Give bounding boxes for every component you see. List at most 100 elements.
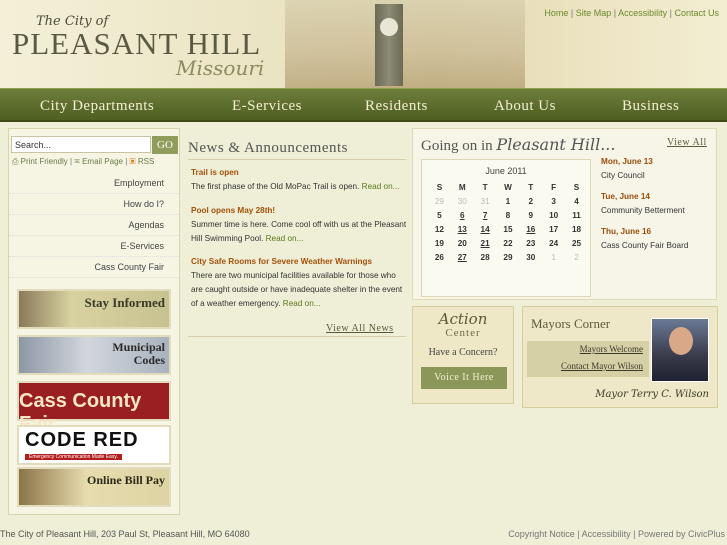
news-item-title[interactable]: City Safe Rooms for Severe Weather Warni… <box>191 257 372 266</box>
util-link-sitemap[interactable]: Site Map <box>576 8 612 18</box>
util-link-home[interactable]: Home <box>544 8 568 18</box>
footer-copyright-link[interactable]: Copyright Notice <box>508 529 575 539</box>
event-name[interactable]: City Council <box>601 171 645 180</box>
calendar-day-link[interactable]: 6 <box>451 208 474 222</box>
calendar-day: 28 <box>480 252 490 262</box>
news-item-read-on[interactable]: Read on... <box>266 234 304 243</box>
event-name[interactable]: Community Betterment <box>601 206 685 215</box>
calendar-day: 17 <box>549 224 559 234</box>
sidebar-item-e-services[interactable]: E-Services <box>9 236 179 257</box>
banner-code-red[interactable]: CODE RED Emergency Communication Made Ea… <box>17 425 171 465</box>
mayors-welcome-link[interactable]: Mayors Welcome <box>580 344 643 354</box>
view-all-news-link[interactable]: View All News <box>326 323 394 334</box>
rss-link[interactable]: RSS <box>138 157 154 166</box>
calendar-grid: S M T W T F S 29 30 31 1 2 3 4 5 6 7 8 9… <box>428 180 588 264</box>
print-friendly-link[interactable]: Print Friendly <box>21 157 68 166</box>
sidebar-links: Employment How do I? Agendas E-Services … <box>9 173 179 278</box>
calendar-day-link[interactable]: 27 <box>451 250 474 264</box>
weekday-label: T <box>528 182 534 192</box>
banner-municipal-codes[interactable]: Municipal Codes <box>17 335 171 375</box>
events-title-script: Pleasant Hill... <box>496 135 616 154</box>
mayor-face <box>669 327 693 355</box>
util-link-accessibility[interactable]: Accessibility <box>618 8 667 18</box>
sidebar-item-how-do-i[interactable]: How do I? <box>9 194 179 215</box>
nav-residents[interactable]: Residents <box>365 98 428 115</box>
action-center-subtitle: Center <box>445 327 481 339</box>
voice-it-here-button[interactable]: Voice It Here <box>421 367 507 389</box>
mayor-signature: Mayor Terry C. Wilson <box>595 389 709 400</box>
weekday-label: F <box>551 182 557 192</box>
weekday-label: M <box>458 182 466 192</box>
nav-about-us[interactable]: About Us <box>494 98 556 115</box>
weekday-label: T <box>482 182 488 192</box>
nav-city-departments[interactable]: City Departments <box>40 98 154 115</box>
news-item-read-on[interactable]: Read on... <box>283 299 321 308</box>
sidebar-item-agendas[interactable]: Agendas <box>9 215 179 236</box>
calendar-day-link[interactable]: 13 <box>451 222 474 236</box>
calendar-day: 5 <box>437 210 442 220</box>
footer-address: The City of Pleasant Hill, 203 Paul St, … <box>0 529 250 539</box>
calendar-day: 29 <box>434 196 444 206</box>
calendar-day-link[interactable]: 21 <box>474 236 497 250</box>
calendar-day-link[interactable]: 7 <box>474 208 497 222</box>
nav-business[interactable]: Business <box>622 98 679 115</box>
util-link-contact[interactable]: Contact Us <box>674 8 719 18</box>
calendar-day: 12 <box>434 224 444 234</box>
news-item-read-on[interactable]: Read on... <box>362 182 400 191</box>
footer-links: Copyright Notice | Accessibility | Power… <box>508 529 725 539</box>
utility-nav: Home | Site Map | Accessibility | Contac… <box>544 8 719 18</box>
main-nav: City Departments E-Services Residents Ab… <box>0 88 727 122</box>
sidebar-item-employment[interactable]: Employment <box>9 173 179 194</box>
calendar-month: June 2011 <box>485 166 527 176</box>
banner-municipal-codes-label: Municipal Codes <box>112 340 165 367</box>
news-item-title[interactable]: Pool opens May 28th! <box>191 206 275 215</box>
event-item: Thu, June 16 Cass County Fair Board <box>601 227 711 250</box>
calendar-day: 22 <box>503 238 513 248</box>
weekday-label: S <box>573 182 580 192</box>
action-center[interactable]: Action Center Have a Concern? Voice It H… <box>412 306 514 404</box>
calendar-day-link[interactable]: 14 <box>474 222 497 236</box>
news-item-body: The first phase of the Old MoPac Trail i… <box>191 182 360 191</box>
calendar-day: 1 <box>505 196 511 206</box>
calendar-day: 30 <box>457 196 467 206</box>
event-name[interactable]: Cass County Fair Board <box>601 241 688 250</box>
footer-accessibility-link[interactable]: Accessibility <box>582 529 631 539</box>
calendar-day: 11 <box>572 210 581 220</box>
email-icon: ✉ <box>74 157 80 166</box>
contact-mayor-link[interactable]: Contact Mayor Wilson <box>561 361 643 371</box>
event-date: Mon, June 13 <box>601 157 653 166</box>
action-center-title: Action <box>438 310 488 328</box>
banner-online-bill-pay[interactable]: Online Bill Pay <box>17 467 171 507</box>
calendar-day-link[interactable]: 16 <box>519 222 542 236</box>
email-page-link[interactable]: Email Page <box>82 157 123 166</box>
news-item: City Safe Rooms for Severe Weather Warni… <box>191 255 407 311</box>
banner-stay-informed[interactable]: Stay Informed <box>17 289 171 329</box>
print-icon: ⎙ <box>12 157 19 166</box>
calendar-day: 30 <box>526 252 536 262</box>
banner-code-red-label: CODE RED <box>25 429 139 451</box>
go-button[interactable]: GO <box>152 136 178 154</box>
search-input[interactable] <box>11 136 151 153</box>
site-header: The City of PLEASANT HILL Missouri Home … <box>0 0 727 88</box>
clock-tower-image <box>375 4 403 86</box>
banner-code-red-tagline: Emergency Communication Made Easy. <box>25 454 122 460</box>
view-all-events-link[interactable]: View All <box>667 137 707 148</box>
sidebar-item-cass-county-fair[interactable]: Cass County Fair <box>9 257 179 278</box>
calendar-day: 4 <box>574 196 579 206</box>
nav-e-services[interactable]: E-Services <box>232 98 302 115</box>
calendar-day: 10 <box>549 210 559 220</box>
weekday-label: W <box>504 182 512 192</box>
calendar-day: 19 <box>434 238 444 248</box>
events-title: Going on in Pleasant Hill... <box>421 135 615 155</box>
banner-cass-county-fair[interactable]: Cass County Fair <box>17 381 171 435</box>
footer-civicplus-link[interactable]: Powered by CivicPlus <box>638 529 725 539</box>
site-footer: The City of Pleasant Hill, 203 Paul St, … <box>0 527 727 545</box>
calendar: June 2011 S M T W T F S 29 30 31 1 2 3 4 <box>421 159 591 297</box>
calendar-day: 8 <box>505 210 511 220</box>
calendar-day: 9 <box>528 210 534 220</box>
news-item-title[interactable]: Trail is open <box>191 168 239 177</box>
calendar-day: 23 <box>526 238 536 248</box>
news-title: News & Announcements <box>188 140 348 156</box>
rss-icon: ▣ <box>129 157 136 166</box>
calendar-day: 31 <box>480 196 490 206</box>
